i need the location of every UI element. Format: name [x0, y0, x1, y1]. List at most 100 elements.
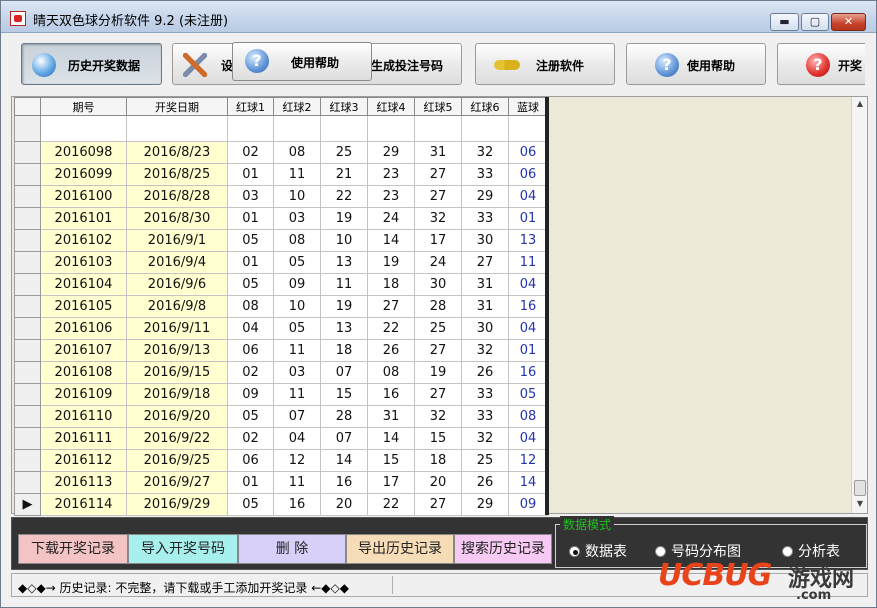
- grid-cell[interactable]: 2016113: [40, 471, 127, 494]
- red-ball-cell[interactable]: 25: [461, 449, 509, 472]
- col-header[interactable]: 蓝球: [508, 97, 548, 116]
- grid-cell[interactable]: 2016/9/6: [126, 273, 228, 296]
- search-history-button[interactable]: 搜索历史记录: [454, 534, 552, 564]
- red-ball-cell[interactable]: 03: [273, 361, 321, 384]
- red-ball-cell[interactable]: 19: [320, 295, 368, 318]
- red-ball-cell[interactable]: 24: [367, 207, 415, 230]
- grid-cell[interactable]: 2016101: [40, 207, 127, 230]
- grid-cell[interactable]: 2016/8/23: [126, 141, 228, 164]
- red-ball-cell[interactable]: 14: [367, 229, 415, 252]
- row-selector[interactable]: [14, 115, 41, 142]
- red-ball-cell[interactable]: 33: [461, 163, 509, 186]
- row-selector[interactable]: [14, 427, 41, 450]
- blue-ball-cell[interactable]: 04: [508, 317, 548, 340]
- grid-cell[interactable]: 2016/8/30: [126, 207, 228, 230]
- grid-cell[interactable]: 2016100: [40, 185, 127, 208]
- red-ball-cell[interactable]: 05: [273, 251, 321, 274]
- red-ball-cell[interactable]: 27: [367, 295, 415, 318]
- blue-ball-cell[interactable]: 01: [508, 207, 548, 230]
- blue-ball-cell[interactable]: 04: [508, 273, 548, 296]
- scroll-down-icon[interactable]: ▼: [854, 499, 866, 511]
- red-ball-cell[interactable]: 22: [320, 185, 368, 208]
- grid-cell[interactable]: 2016/9/27: [126, 471, 228, 494]
- row-selector[interactable]: [14, 471, 41, 494]
- grid-cell[interactable]: [126, 115, 228, 142]
- grid-cell[interactable]: 2016/9/25: [126, 449, 228, 472]
- red-ball-cell[interactable]: 32: [414, 207, 462, 230]
- red-ball-cell[interactable]: 17: [367, 471, 415, 494]
- red-ball-cell[interactable]: 29: [367, 141, 415, 164]
- red-ball-cell[interactable]: 02: [227, 427, 274, 450]
- red-ball-cell[interactable]: 03: [227, 185, 274, 208]
- grid-cell[interactable]: [508, 115, 548, 142]
- blue-ball-cell[interactable]: 08: [508, 405, 548, 428]
- blue-ball-cell[interactable]: 13: [508, 229, 548, 252]
- table-row[interactable]: 2016111 2016/9/22 02 04 07 14 15 32 04: [14, 427, 548, 450]
- red-ball-cell[interactable]: 31: [461, 273, 509, 296]
- blue-ball-cell[interactable]: 12: [508, 449, 548, 472]
- row-selector[interactable]: [14, 229, 41, 252]
- help-button[interactable]: ? 使用帮助: [626, 43, 766, 85]
- grid-cell[interactable]: [320, 115, 368, 142]
- red-ball-cell[interactable]: 26: [461, 361, 509, 384]
- red-ball-cell[interactable]: 02: [227, 361, 274, 384]
- delete-button[interactable]: 删 除: [238, 534, 346, 564]
- grid-cell[interactable]: 2016/9/4: [126, 251, 228, 274]
- red-ball-cell[interactable]: 31: [367, 405, 415, 428]
- red-ball-cell[interactable]: 10: [320, 229, 368, 252]
- blue-ball-cell[interactable]: 11: [508, 251, 548, 274]
- red-ball-cell[interactable]: 04: [227, 317, 274, 340]
- row-selector[interactable]: [14, 295, 41, 318]
- red-ball-cell[interactable]: 25: [320, 141, 368, 164]
- scroll-thumb[interactable]: [854, 480, 866, 496]
- red-ball-cell[interactable]: 24: [414, 251, 462, 274]
- minimize-button[interactable]: ▬: [770, 13, 799, 31]
- red-ball-cell[interactable]: 18: [367, 273, 415, 296]
- grid-cell[interactable]: 2016112: [40, 449, 127, 472]
- red-ball-cell[interactable]: 32: [414, 405, 462, 428]
- grid-cell[interactable]: 2016/9/1: [126, 229, 228, 252]
- red-ball-cell[interactable]: 11: [273, 339, 321, 362]
- grid-cell[interactable]: 2016098: [40, 141, 127, 164]
- grid-cell[interactable]: 2016/8/28: [126, 185, 228, 208]
- red-ball-cell[interactable]: 04: [273, 427, 321, 450]
- red-ball-cell[interactable]: 21: [320, 163, 368, 186]
- grid-cell[interactable]: 2016107: [40, 339, 127, 362]
- red-ball-cell[interactable]: 16: [273, 493, 321, 516]
- grid-cell[interactable]: 2016/8/25: [126, 163, 228, 186]
- red-ball-cell[interactable]: 15: [414, 427, 462, 450]
- red-ball-cell[interactable]: 06: [227, 449, 274, 472]
- blue-ball-cell[interactable]: 16: [508, 361, 548, 384]
- radio-dot[interactable]: [655, 546, 666, 557]
- row-selector[interactable]: ▶: [14, 493, 41, 516]
- red-ball-cell[interactable]: 08: [273, 141, 321, 164]
- table-row[interactable]: 2016103 2016/9/4 01 05 13 19 24 27 11: [14, 251, 548, 274]
- red-ball-cell[interactable]: 14: [367, 427, 415, 450]
- col-header[interactable]: 红球3: [320, 97, 368, 116]
- grid-cell[interactable]: 2016102: [40, 229, 127, 252]
- red-ball-cell[interactable]: 30: [461, 229, 509, 252]
- red-ball-cell[interactable]: 29: [461, 493, 509, 516]
- blue-ball-cell[interactable]: 05: [508, 383, 548, 406]
- red-ball-cell[interactable]: 02: [227, 141, 274, 164]
- red-ball-cell[interactable]: 09: [227, 383, 274, 406]
- red-ball-cell[interactable]: 08: [273, 229, 321, 252]
- scroll-up-icon[interactable]: ▲: [854, 99, 866, 111]
- grid-cell[interactable]: 2016111: [40, 427, 127, 450]
- red-ball-cell[interactable]: 19: [414, 361, 462, 384]
- red-ball-cell[interactable]: 10: [273, 295, 321, 318]
- grid-cell[interactable]: [273, 115, 321, 142]
- red-ball-cell[interactable]: 05: [227, 405, 274, 428]
- blue-ball-cell[interactable]: 16: [508, 295, 548, 318]
- history-data-button[interactable]: 历史开奖数据: [21, 43, 162, 85]
- col-header[interactable]: 红球5: [414, 97, 462, 116]
- radio-dot[interactable]: [782, 546, 793, 557]
- grid-cell[interactable]: 2016109: [40, 383, 127, 406]
- table-row[interactable]: ▶ 2016114 2016/9/29 05 16 20 22 27 29 09: [14, 493, 548, 516]
- grid-cell[interactable]: 2016/9/11: [126, 317, 228, 340]
- col-header[interactable]: 红球6: [461, 97, 509, 116]
- radio-dot[interactable]: [569, 546, 580, 557]
- red-ball-cell[interactable]: 20: [320, 493, 368, 516]
- grid-cell[interactable]: 2016/9/15: [126, 361, 228, 384]
- red-ball-cell[interactable]: 23: [367, 163, 415, 186]
